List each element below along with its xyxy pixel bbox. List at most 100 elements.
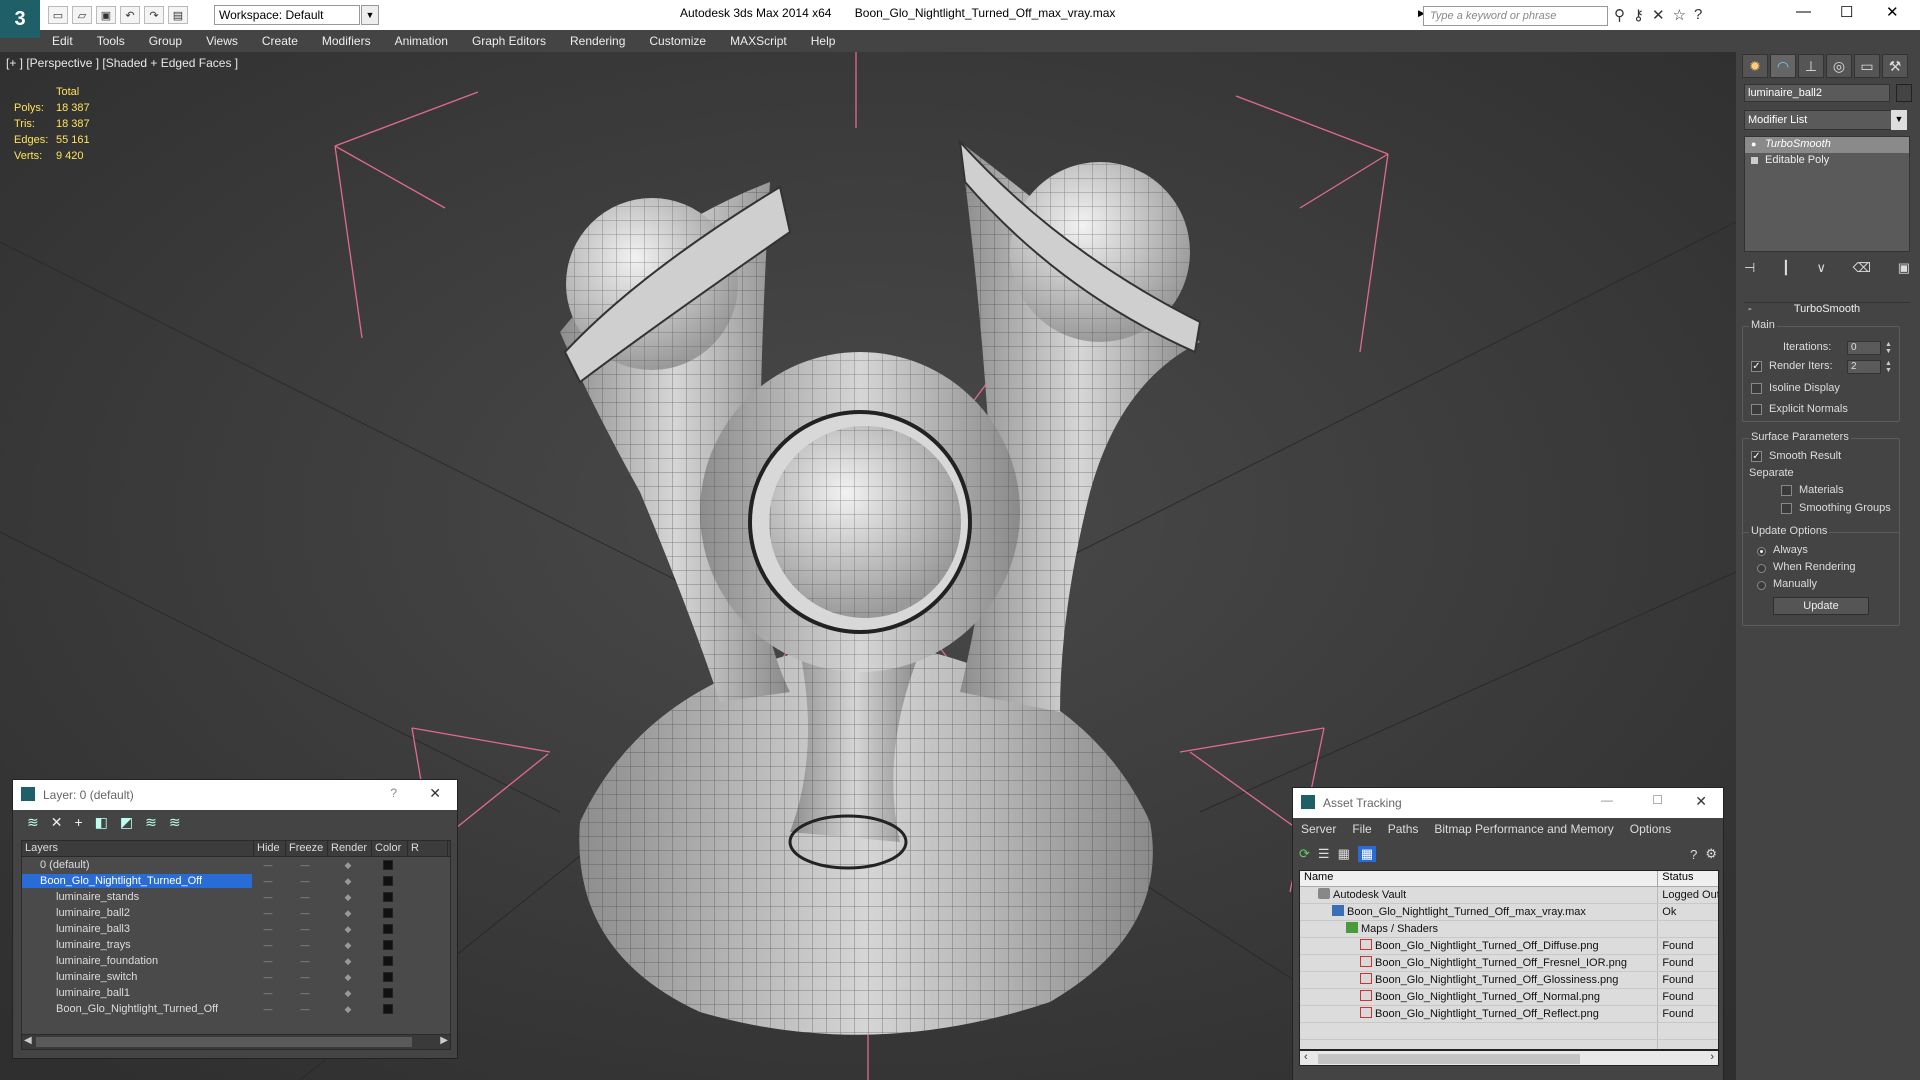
freeze-toggle[interactable]: — xyxy=(284,908,326,918)
display-tab-icon[interactable]: ▭ xyxy=(1854,54,1880,78)
asset-menu-paths[interactable]: Paths xyxy=(1380,822,1427,836)
layer-row[interactable]: luminaire_ball3— — ◆ xyxy=(22,921,450,937)
explicit-normals-checkbox[interactable] xyxy=(1751,404,1762,415)
iterations-input[interactable]: 0 xyxy=(1847,341,1881,355)
open-file-icon[interactable]: ▱ xyxy=(72,6,92,24)
stack-item-editable-poly[interactable]: Editable Poly xyxy=(1745,153,1909,169)
render-toggle[interactable]: ◆ xyxy=(326,876,370,887)
render-iters-input[interactable]: 2 xyxy=(1847,360,1881,374)
expand-icon[interactable] xyxy=(1751,157,1758,164)
create-layer-icon[interactable]: ≋ xyxy=(27,814,39,831)
layer-row[interactable]: 0 (default) — — ◆ xyxy=(22,857,450,873)
object-color-swatch[interactable] xyxy=(1896,84,1912,102)
col-radiosity[interactable]: R xyxy=(408,841,448,856)
app-logo-icon[interactable]: 3 xyxy=(0,0,40,38)
hide-toggle[interactable]: — xyxy=(252,924,284,934)
menu-animation[interactable]: Animation xyxy=(383,34,460,48)
layer-name[interactable]: luminaire_ball3 xyxy=(22,922,252,936)
color-swatch[interactable] xyxy=(370,1004,406,1014)
scroll-right-icon[interactable]: ▶ xyxy=(440,1035,448,1046)
hide-toggle[interactable]: — xyxy=(252,892,284,902)
asset-row[interactable]: Boon_Glo_Nightlight_Turned_Off_Glossines… xyxy=(1300,972,1718,989)
layer-color-swatch[interactable] xyxy=(383,908,393,918)
menu-maxscript[interactable]: MAXScript xyxy=(718,34,799,48)
freeze-toggle[interactable]: — xyxy=(284,892,326,902)
asset-row[interactable]: Autodesk Vault Logged Out xyxy=(1300,887,1718,904)
layer-color-swatch[interactable] xyxy=(383,860,393,870)
render-toggle[interactable]: ◆ xyxy=(326,892,370,903)
asset-menu-file[interactable]: File xyxy=(1344,822,1379,836)
close-button[interactable]: ✕ xyxy=(1695,793,1707,810)
layer-color-swatch[interactable] xyxy=(383,988,393,998)
layer-color-swatch[interactable] xyxy=(383,876,393,886)
menu-views[interactable]: Views xyxy=(194,34,250,48)
iterations-spinner[interactable]: ▲ ▼ xyxy=(1885,341,1893,355)
layer-name[interactable]: luminaire_ball2 xyxy=(22,906,252,920)
col-name[interactable]: Name xyxy=(1300,871,1659,886)
materials-checkbox[interactable] xyxy=(1781,485,1792,496)
settings-icon[interactable]: ⚙ xyxy=(1705,846,1717,862)
hide-toggle[interactable]: — xyxy=(252,972,284,982)
select-objects-icon[interactable]: ◧ xyxy=(95,814,108,831)
make-unique-icon[interactable]: ∨ xyxy=(1816,260,1826,276)
chevron-down-icon[interactable]: ▼ xyxy=(1891,110,1907,130)
collapse-icon[interactable]: - xyxy=(1748,303,1752,315)
asset-menu-options[interactable]: Options xyxy=(1622,822,1679,836)
pin-stack-icon[interactable]: ⊣ xyxy=(1744,260,1755,276)
update-button[interactable]: Update xyxy=(1773,597,1869,615)
layer-row[interactable]: luminaire_ball1— — ◆ xyxy=(22,985,450,1001)
project-folder-icon[interactable]: ▤ xyxy=(168,6,188,24)
layer-row[interactable]: luminaire_foundation — — ◆ xyxy=(22,953,450,969)
show-end-result-icon[interactable]: ┃ xyxy=(1782,260,1790,276)
utilities-tab-icon[interactable]: ⚒ xyxy=(1882,54,1908,78)
maximize-button[interactable]: ☐ xyxy=(1840,3,1853,21)
color-swatch[interactable] xyxy=(370,908,406,918)
asset-row[interactable]: Maps / Shaders xyxy=(1300,921,1718,938)
layer-name[interactable]: luminaire_trays xyxy=(22,938,252,952)
asset-row[interactable]: Boon_Glo_Nightlight_Turned_Off_max_vray.… xyxy=(1300,904,1718,921)
layer-color-swatch[interactable] xyxy=(383,892,393,902)
layer-color-swatch[interactable] xyxy=(383,972,393,982)
perspective-viewport[interactable]: [+ ] [Perspective ] [Shaded + Edged Face… xyxy=(0,52,1736,1080)
refresh-icon[interactable]: ⟳ xyxy=(1299,846,1310,862)
new-file-icon[interactable]: ▭ xyxy=(48,6,68,24)
scroll-thumb[interactable] xyxy=(36,1037,412,1047)
asset-name-cell[interactable]: Boon_Glo_Nightlight_Turned_Off_max_vray.… xyxy=(1300,904,1659,920)
scroll-left-icon[interactable]: ◀ xyxy=(24,1035,32,1046)
col-status[interactable]: Status xyxy=(1658,871,1718,886)
always-radio[interactable] xyxy=(1757,547,1766,556)
help-icon[interactable]: ? xyxy=(1690,847,1697,862)
hide-toggle[interactable]: — xyxy=(252,940,284,950)
render-toggle[interactable]: ◆ xyxy=(326,940,370,951)
layer-dialog-titlebar[interactable]: Layer: 0 (default) ? ✕ xyxy=(13,780,457,810)
asset-hscrollbar[interactable]: ‹ › xyxy=(1299,1050,1719,1066)
freeze-toggle[interactable]: — xyxy=(284,1004,326,1014)
layer-name[interactable]: luminaire_switch xyxy=(22,970,252,984)
key-icon[interactable]: ⚷ xyxy=(1633,6,1644,24)
menu-modifiers[interactable]: Modifiers xyxy=(310,34,383,48)
color-swatch[interactable] xyxy=(370,972,406,982)
hide-toggle[interactable]: — xyxy=(252,1004,284,1014)
layer-color-swatch[interactable] xyxy=(383,956,393,966)
workspace-dropdown[interactable]: Workspace: Default ▼ xyxy=(214,5,379,25)
menu-create[interactable]: Create xyxy=(250,34,310,48)
col-render[interactable]: Render xyxy=(328,841,372,856)
menu-help[interactable]: Help xyxy=(799,34,848,48)
col-color[interactable]: Color xyxy=(372,841,408,856)
layer-hscrollbar[interactable]: ◀ ▶ xyxy=(21,1034,451,1050)
configure-sets-icon[interactable]: ▣ xyxy=(1898,260,1910,276)
close-button[interactable]: ✕ xyxy=(429,785,441,802)
asset-name-cell[interactable]: Boon_Glo_Nightlight_Turned_Off_Reflect.p… xyxy=(1300,1006,1659,1022)
layer-row[interactable]: Boon_Glo_Nightlight_Turned_Off — — ◆ xyxy=(22,873,450,889)
layer-name[interactable]: Boon_Glo_Nightlight_Turned_Off xyxy=(22,874,252,888)
delete-layer-icon[interactable]: ✕ xyxy=(51,814,63,831)
hide-all-icon[interactable]: ≋ xyxy=(145,814,157,831)
thumbnail-view-icon[interactable]: ▦ xyxy=(1338,846,1350,862)
color-swatch[interactable] xyxy=(370,876,406,886)
hierarchy-tab-icon[interactable]: ⊥ xyxy=(1798,54,1824,78)
render-toggle[interactable]: ◆ xyxy=(326,924,370,935)
asset-name-cell[interactable]: Boon_Glo_Nightlight_Turned_Off_Fresnel_I… xyxy=(1300,955,1659,971)
asset-row[interactable]: Boon_Glo_Nightlight_Turned_Off_Fresnel_I… xyxy=(1300,955,1718,972)
freeze-all-icon[interactable]: ≋ xyxy=(169,814,181,831)
undo-icon[interactable]: ↶ xyxy=(120,6,140,24)
